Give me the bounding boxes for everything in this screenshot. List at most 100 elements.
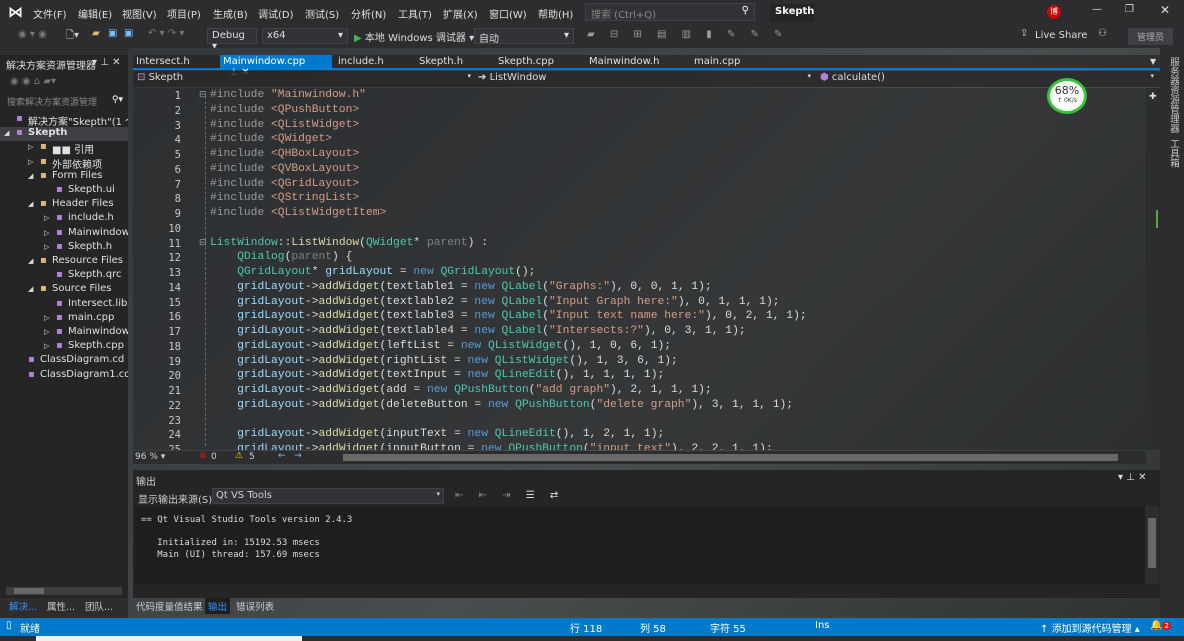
expand-arrow-icon[interactable]: ▷ (28, 158, 33, 166)
tab-skepth-cpp[interactable]: Skepth.cpp (495, 55, 557, 69)
panel-pin-close-icons[interactable]: ▾ ⊥ ✕ (1118, 472, 1146, 483)
run-mode-select[interactable]: 自动 ▾ (474, 28, 574, 45)
menu-item[interactable]: 调试(D) (258, 6, 294, 21)
code-editor[interactable]: 1 #include "Mainwindow.h" ⊟ 2 #include <QPus… (133, 88, 1146, 450)
code-line[interactable]: gridLayout->addWidget(deleteButton = new… (210, 399, 793, 411)
tree-item[interactable]: ▪ ClassDiagram.cd (0, 354, 128, 368)
open-icon[interactable]: ▰ (92, 28, 100, 39)
panel-pin-close-icons[interactable]: ▾ ⊥ ✕ (92, 57, 120, 68)
collapse-icon[interactable]: ⊟ (199, 238, 207, 248)
menu-item[interactable]: 项目(P) (167, 6, 201, 21)
menu-item[interactable]: 工具(T) (398, 6, 432, 21)
menu-item[interactable]: 视图(V) (122, 6, 157, 21)
notification-bell-icon[interactable]: 🔔 2 (1150, 620, 1171, 631)
user-avatar[interactable]: 博 (1047, 5, 1061, 19)
warning-icon[interactable]: ⚠ (235, 451, 243, 461)
tree-item[interactable]: ▪ Skepth.qrc (0, 269, 128, 283)
code-line[interactable]: #include <QVBoxLayout> (210, 163, 359, 175)
feedback-icon[interactable]: ⚇ (1098, 28, 1107, 39)
menu-item[interactable]: 分析(N) (351, 6, 386, 21)
bottom-tab-left[interactable]: 解决... (6, 598, 40, 614)
solution-search-input[interactable]: 搜索解决方案资源管理 ⚲▾ (4, 94, 126, 109)
menu-item[interactable]: 帮助(H) (538, 6, 573, 21)
expand-arrow-icon[interactable]: ▷ (44, 243, 49, 251)
tree-item[interactable]: ▷ ▪ Skepth.h (0, 241, 128, 255)
undo-redo-icon[interactable]: ↶ ▾ ↷ ▾ (148, 28, 184, 39)
back-forward-icon[interactable]: ◉ ▾ ◉ (18, 29, 47, 40)
code-line[interactable]: QDialog(parent) { (210, 251, 352, 263)
tree-item[interactable]: ◢ ▪ Resource Files (0, 255, 128, 269)
scope-dropdown[interactable]: ➔ ListWindow ▾ (478, 72, 813, 86)
server-explorer-tab[interactable]: 服务器资源管理器 (1166, 57, 1180, 133)
search-input[interactable]: 搜索 (Ctrl+Q) ⚲ (585, 3, 755, 21)
save-icon[interactable]: ▣ (108, 28, 117, 39)
tree-item[interactable]: ▪ Skepth.ui (0, 184, 128, 198)
menu-item[interactable]: 测试(S) (305, 6, 339, 21)
expand-arrow-icon[interactable]: ◢ (28, 285, 33, 293)
code-line[interactable]: gridLayout->addWidget(inputButton = new … (210, 443, 773, 450)
code-line[interactable]: gridLayout->addWidget(textlable1 = new Q… (210, 281, 712, 293)
tree-item[interactable]: ◢ ▪ Form Files (0, 170, 128, 184)
tree-item[interactable]: ▪ Intersect.lib (0, 298, 128, 312)
menu-item[interactable]: 编辑(E) (78, 6, 112, 21)
expand-arrow-icon[interactable]: ◢ (28, 200, 33, 208)
code-line[interactable]: gridLayout->addWidget(add = new QPushBut… (210, 384, 712, 396)
tree-item[interactable]: ▷ ▪ main.cpp (0, 312, 128, 326)
output-source-select[interactable]: Qt VS Tools ▾ (212, 488, 444, 504)
horizontal-scrollbar[interactable] (343, 454, 1118, 461)
code-line[interactable]: #include <QListWidgetItem> (210, 207, 386, 219)
close-button[interactable]: ✕ (1160, 3, 1170, 17)
tab-mainwindow-cpp[interactable]: Mainwindow.cpp ⊥ ✕ (220, 55, 332, 78)
expand-arrow-icon[interactable]: ◢ (28, 257, 33, 265)
tab-intersect-h[interactable]: Intersect.h (133, 55, 193, 69)
start-debug-button[interactable]: ▶ 本地 Windows 调试器 ▾ (354, 29, 474, 44)
error-icon[interactable]: ⊗ (199, 451, 207, 461)
tab-overflow-icon[interactable]: ▼ (1150, 57, 1156, 66)
bottom-tab-left[interactable]: 团队... (82, 598, 116, 614)
split-icon[interactable]: ✚ (1149, 92, 1157, 102)
expand-arrow-icon[interactable]: ◢ (4, 129, 9, 137)
expand-arrow-icon[interactable]: ▷ (44, 328, 49, 336)
code-line[interactable]: #include "Mainwindow.h" (210, 89, 366, 101)
toolbar-misc-icons[interactable]: ▰ ⊟ ⊞ ▤ ▥ ▮ ✎ ✎ ✎ (587, 29, 788, 40)
minimize-button[interactable]: — (1092, 4, 1102, 15)
code-line[interactable]: gridLayout->addWidget(inputText = new QL… (210, 428, 664, 440)
expand-arrow-icon[interactable]: ◢ (28, 172, 33, 180)
tree-item[interactable]: ▷ ▪ 外部依赖项 (0, 156, 128, 170)
expand-arrow-icon[interactable]: ▷ (28, 143, 33, 151)
expand-arrow-icon[interactable]: ▷ (44, 314, 49, 322)
live-share-icon[interactable]: ⇪ (1020, 28, 1028, 39)
output-toolbar-icons[interactable]: ⇤ ⇤ ⇥ ☰ ⇄ (455, 490, 564, 501)
expand-arrow-icon[interactable]: ▷ (44, 214, 49, 222)
expand-arrow-icon[interactable]: ▷ (44, 342, 49, 350)
tree-item[interactable]: ▷ ▪ Skepth.cpp (0, 340, 128, 354)
tree-item[interactable]: ▷ ▪ Mainwindow.h (0, 227, 128, 241)
code-line[interactable]: #include <QPushButton> (210, 104, 359, 116)
toolbox-tab[interactable]: 工具箱 (1166, 139, 1180, 168)
menu-item[interactable]: 扩展(X) (443, 6, 478, 21)
tree-item[interactable]: ▪ 解决方案"Skepth"(1 个 (0, 113, 128, 127)
code-line[interactable]: gridLayout->addWidget(rightList = new QL… (210, 355, 678, 367)
bottom-tab[interactable]: 输出 (205, 598, 231, 614)
code-line[interactable]: #include <QGridLayout> (210, 178, 359, 190)
live-share-button[interactable]: Live Share (1035, 30, 1087, 41)
solution-toolbar-icons[interactable]: ◉ ◉ ⌂ ▰▾ (10, 76, 56, 87)
code-line[interactable]: #include <QHBoxLayout> (210, 148, 359, 160)
tree-item[interactable]: ▷ ▪ include.h (0, 212, 128, 226)
new-project-icon[interactable]: 🗋▾ (66, 28, 79, 45)
code-line[interactable]: ListWindow::ListWindow(QWidget* parent) … (210, 237, 488, 249)
tab-skepth-h[interactable]: Skepth.h (416, 55, 466, 69)
menu-item[interactable]: 窗口(W) (489, 6, 527, 21)
tab-include-h[interactable]: include.h (335, 55, 387, 69)
config-select[interactable]: Debug ▾ (207, 28, 257, 52)
code-line[interactable]: QGridLayout* gridLayout = new QGridLayou… (210, 266, 535, 278)
maximize-button[interactable]: ❐ (1125, 4, 1134, 15)
tree-item[interactable]: ◢ ▪ Skepth (0, 127, 128, 142)
code-line[interactable]: gridLayout->addWidget(textlable2 = new Q… (210, 296, 779, 308)
bottom-tab[interactable]: 代码度量值结果 (133, 598, 206, 614)
collapse-icon[interactable]: ⊟ (199, 90, 207, 100)
code-line[interactable]: #include <QStringList> (210, 192, 359, 204)
save-all-icon[interactable]: ▣ (124, 28, 133, 39)
tree-item[interactable]: ▷ ▪ Mainwindow.cpp (0, 326, 128, 340)
tree-item[interactable]: ◢ ▪ Header Files (0, 198, 128, 212)
